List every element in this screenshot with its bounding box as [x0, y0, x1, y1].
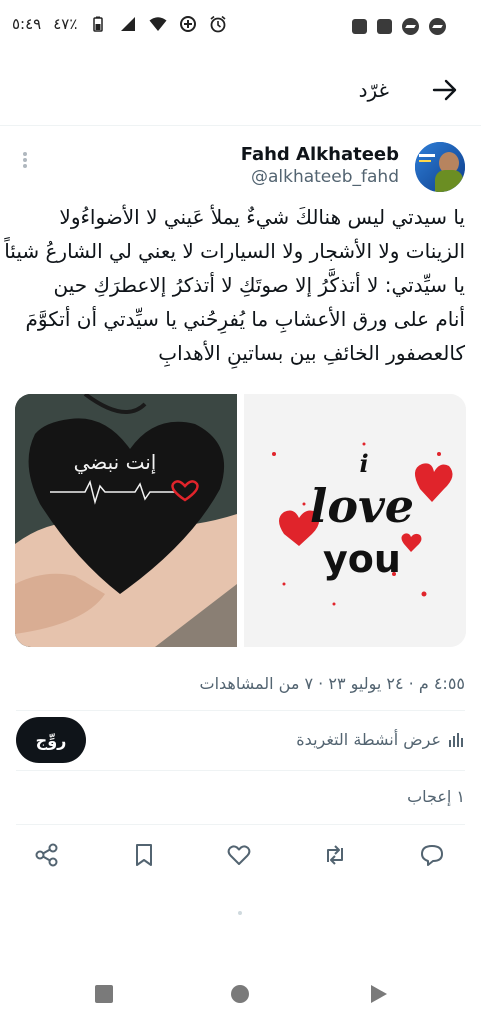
tweet-text-line: الزينات ولا الأشجار ولا السيارات لا يعني…	[4, 239, 465, 263]
tweet-text-line: يا سيدتي ليس هنالكَ شيءٌ يملأ عَيني لا ا…	[59, 205, 465, 229]
data-saver-icon	[179, 15, 197, 33]
back-arrow-icon[interactable]	[431, 76, 459, 104]
notification-app-icon	[377, 19, 392, 34]
divider	[16, 770, 465, 771]
author-handle[interactable]: @alkhateeb_fahd	[251, 167, 399, 187]
status-time: ٥:٤٩	[12, 15, 42, 33]
love-text-you: you	[323, 537, 401, 581]
activity-label: عرض أنشطة التغريدة	[296, 730, 441, 749]
tweet-text-line: كالعصفور الخائفِ بين بساتينِ الأهدابِ	[158, 341, 465, 365]
tweet-text-line: أنام على ورق الأعشابِ ما يُفرِحُني يا سي…	[25, 307, 465, 331]
notification-app-icon	[352, 19, 367, 34]
analytics-icon	[447, 731, 465, 749]
tweet-text: يا سيدتي ليس هنالكَ شيءٌ يملأ عَيني لا ا…	[4, 200, 465, 370]
i-love-you-image[interactable]: i love you	[244, 394, 466, 647]
tweet-action-bar	[0, 842, 481, 872]
tweet-timestamp-views: ٤:٥٥ م · ٢٤ يوليو ٢٣ · ٧ من المشاهدات	[199, 674, 466, 693]
bookmark-icon[interactable]	[131, 842, 159, 870]
notification-icons	[352, 18, 446, 35]
top-header: غرّد	[0, 60, 481, 120]
reply-icon[interactable]	[418, 842, 446, 870]
promote-button[interactable]: روِّج	[16, 717, 86, 763]
alarm-icon	[209, 15, 227, 33]
status-right-cluster: ٥:٤٩ ٤٧٪	[12, 15, 227, 33]
tweet-text-line: يا سيِّدتي: لا أتذكَّرُ إلا صوتَكِ لا أت…	[53, 273, 465, 297]
share-icon[interactable]	[34, 842, 62, 870]
recents-button[interactable]	[92, 982, 116, 1006]
view-tweet-activity[interactable]: عرض أنشطة التغريدة	[296, 730, 465, 749]
avatar[interactable]	[415, 142, 465, 192]
tweet-media: إنت نبضي i love you	[15, 394, 466, 647]
divider	[16, 710, 465, 711]
battery-percent: ٤٧٪	[53, 15, 78, 33]
battery-icon	[89, 15, 107, 33]
signal-icon	[119, 15, 137, 33]
retweet-icon[interactable]	[322, 842, 350, 870]
divider	[16, 824, 465, 825]
page-title: غرّد	[358, 78, 389, 102]
system-nav-bar	[0, 970, 481, 1024]
wifi-icon	[149, 15, 167, 33]
author-name[interactable]: Fahd Alkhateeb	[241, 144, 399, 165]
header-divider	[0, 125, 481, 126]
scroll-indicator	[238, 911, 242, 915]
messenger-icon	[429, 18, 446, 35]
heart-pendant-photo[interactable]: إنت نبضي	[15, 394, 237, 647]
status-bar: ٥:٤٩ ٤٧٪	[0, 0, 481, 56]
likes-count[interactable]: ١ إعجاب	[407, 787, 465, 806]
pendant-text: إنت نبضي	[74, 450, 157, 475]
love-text-i: i	[359, 449, 368, 478]
back-button[interactable]	[366, 982, 390, 1006]
love-text-love: love	[310, 479, 414, 533]
messenger-icon	[402, 18, 419, 35]
like-heart-icon[interactable]	[226, 842, 254, 870]
home-button[interactable]	[228, 982, 252, 1006]
more-options-icon[interactable]	[20, 150, 30, 174]
